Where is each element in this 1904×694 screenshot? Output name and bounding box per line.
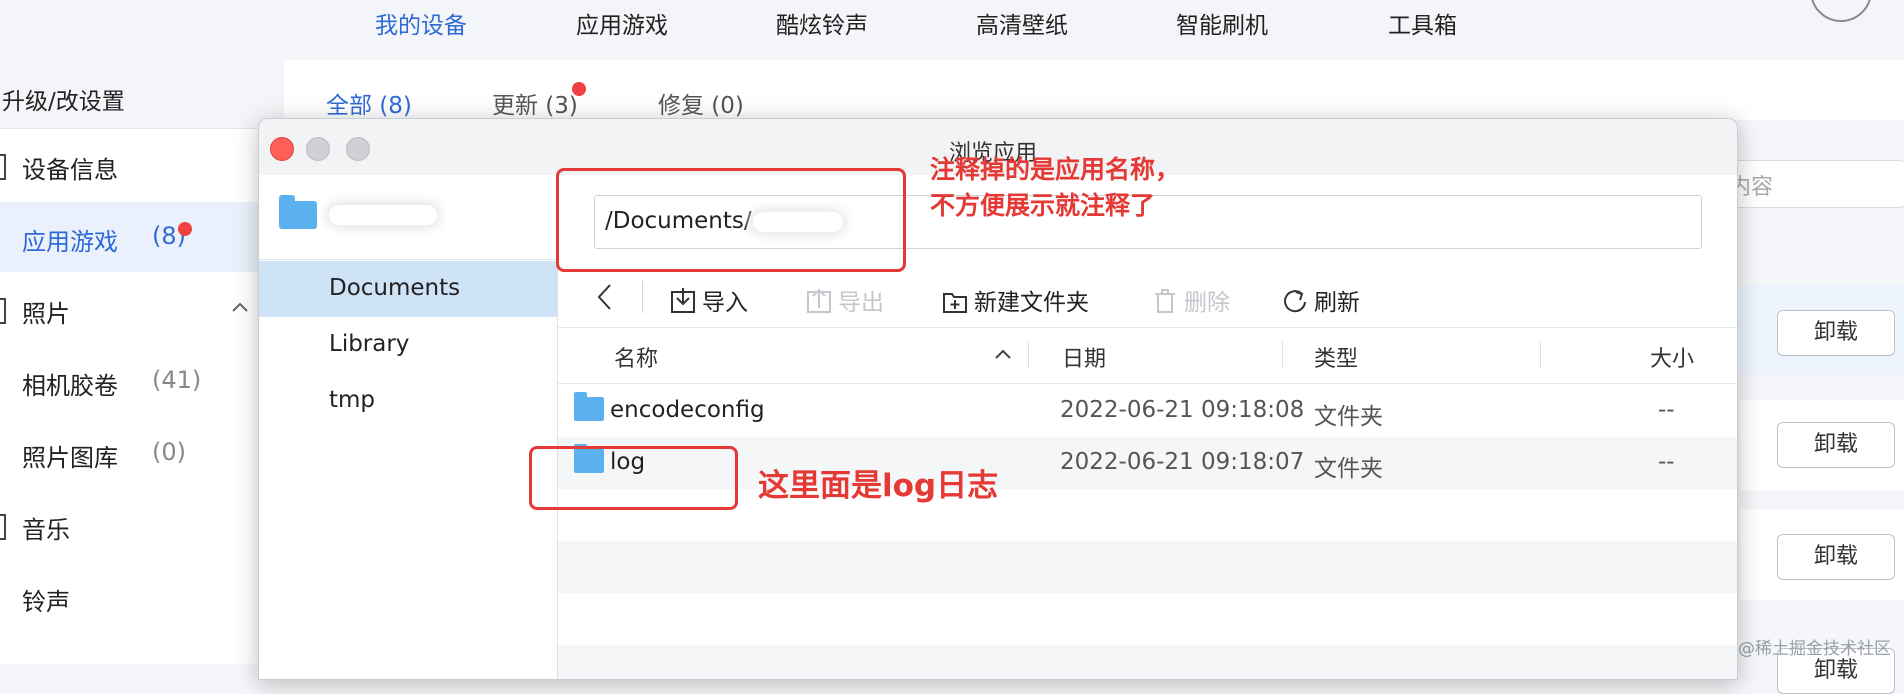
- main-tabs: 全部 (8) 更新 (3) 修复 (0): [284, 60, 1904, 120]
- nav-apps-games[interactable]: 应用游戏: [576, 6, 668, 40]
- device-icon: [0, 154, 6, 180]
- unload-button[interactable]: 卸载: [1777, 422, 1895, 468]
- tab-all[interactable]: 全部 (8): [326, 86, 412, 120]
- sidebar-item-label: 音乐: [22, 516, 70, 544]
- sidebar: 升级/改设置 设备信息 应用游戏 (8) 照片 相机胶卷 (41) 照片图库 (…: [0, 60, 285, 664]
- dialog-toolbar: 导入 导出 新建文件夹 删除 刷新: [558, 267, 1737, 328]
- file-type: 文件夹: [1314, 456, 1383, 482]
- delete-label: 删除: [1184, 290, 1230, 316]
- sidebar-item-label: 应用游戏: [22, 228, 118, 256]
- column-type[interactable]: 类型: [1314, 341, 1358, 373]
- side-item-label: tmp: [329, 387, 376, 413]
- column-divider: [1540, 341, 1541, 369]
- side-item-documents[interactable]: Documents: [259, 261, 557, 317]
- nav-toolbox[interactable]: 工具箱: [1388, 6, 1457, 40]
- unload-button[interactable]: 卸载: [1777, 534, 1895, 580]
- notification-dot: [178, 222, 192, 236]
- side-item-library[interactable]: Library: [259, 317, 557, 373]
- column-divider: [1282, 341, 1283, 369]
- back-icon[interactable]: [596, 283, 612, 311]
- annotation-box-log: [529, 446, 738, 510]
- export-button[interactable]: 导出: [806, 283, 884, 317]
- chevron-up-icon[interactable]: [232, 302, 248, 312]
- sidebar-item-label: 设备信息: [22, 156, 118, 184]
- sidebar-item-ringtones[interactable]: 铃声: [0, 562, 284, 632]
- sidebar-header-label: 升级/改设置: [2, 89, 125, 115]
- file-size: --: [1658, 449, 1675, 475]
- minimize-button[interactable]: [306, 137, 330, 161]
- column-name[interactable]: 名称: [614, 341, 658, 373]
- import-icon: [671, 288, 695, 313]
- new-folder-icon: [943, 293, 967, 313]
- side-item-label: Library: [329, 331, 410, 357]
- close-button[interactable]: [270, 137, 294, 161]
- nav-my-device[interactable]: 我的设备: [375, 6, 467, 40]
- import-label: 导入: [702, 290, 748, 316]
- music-icon: [0, 514, 6, 540]
- sidebar-item-camera-roll[interactable]: 相机胶卷 (41): [0, 346, 284, 416]
- folder-icon: [279, 195, 317, 229]
- column-divider: [1028, 341, 1029, 369]
- annotation-path-note-2: 不方便展示就注释了: [930, 191, 1156, 220]
- column-header: 名称 日期 类型 大小: [558, 327, 1737, 384]
- file-date: 2022-06-21 09:18:07: [1060, 449, 1305, 475]
- maximize-button[interactable]: [346, 137, 370, 161]
- nav-wallpapers[interactable]: 高清壁纸: [976, 6, 1068, 40]
- annotation-log-note: 这里面是log日志: [758, 468, 999, 504]
- delete-button[interactable]: 删除: [1152, 283, 1230, 317]
- sidebar-item-label: 相机胶卷: [22, 372, 118, 400]
- tab-updates[interactable]: 更新 (3): [492, 86, 578, 120]
- new-folder-label: 新建文件夹: [974, 290, 1089, 316]
- toolbar-divider: [642, 281, 643, 313]
- top-nav: 我的设备 应用游戏 酷炫铃声 高清壁纸 智能刷机 工具箱: [0, 0, 1904, 60]
- file-type: 文件夹: [1314, 404, 1383, 430]
- dialog-sidebar: Documents Library tmp: [259, 175, 558, 679]
- sidebar-item-device-info[interactable]: 设备信息: [0, 130, 284, 200]
- trash-icon: [1155, 289, 1175, 313]
- export-label: 导出: [838, 290, 884, 316]
- nav-flash[interactable]: 智能刷机: [1176, 6, 1268, 40]
- device-row[interactable]: [259, 175, 557, 260]
- new-folder-button[interactable]: 新建文件夹: [942, 283, 1089, 317]
- refresh-button[interactable]: 刷新: [1282, 283, 1360, 317]
- empty-row: [558, 541, 1737, 593]
- unload-button[interactable]: 卸载: [1777, 310, 1895, 356]
- sort-asc-icon[interactable]: [995, 349, 1011, 359]
- avatar[interactable]: [1810, 0, 1872, 22]
- nav-ringtones[interactable]: 酷炫铃声: [776, 6, 868, 40]
- sidebar-item-photos[interactable]: 照片: [0, 274, 284, 344]
- folder-icon: [574, 392, 604, 421]
- photo-icon: [0, 298, 6, 324]
- file-size: --: [1658, 397, 1675, 423]
- sidebar-item-count: (41): [152, 366, 202, 394]
- sidebar-item-label: 照片图库: [22, 444, 118, 472]
- sidebar-item-count: (0): [152, 438, 186, 466]
- empty-row: [558, 645, 1737, 679]
- sidebar-item-music[interactable]: 音乐: [0, 490, 284, 560]
- import-button[interactable]: 导入: [670, 283, 748, 317]
- sidebar-item-label: 铃声: [22, 588, 70, 616]
- tab-repair[interactable]: 修复 (0): [658, 86, 744, 120]
- search-input[interactable]: 内容: [1720, 160, 1904, 208]
- sidebar-item-photo-library[interactable]: 照片图库 (0): [0, 418, 284, 488]
- annotation-box-path: [556, 168, 906, 272]
- file-date: 2022-06-21 09:18:08: [1060, 397, 1305, 423]
- annotation-path-note-1: 注释掉的是应用名称，: [930, 155, 1181, 184]
- redacted-app-name: [329, 205, 437, 225]
- refresh-label: 刷新: [1314, 290, 1360, 316]
- notification-dot: [572, 82, 586, 96]
- refresh-icon: [1284, 290, 1306, 313]
- sidebar-item-label: 照片: [22, 300, 70, 328]
- sidebar-header[interactable]: 升级/改设置: [0, 60, 284, 129]
- watermark: @稀土掘金技术社区: [1738, 639, 1891, 659]
- export-icon: [807, 288, 831, 313]
- side-item-label: Documents: [329, 275, 461, 301]
- file-name: encodeconfig: [610, 397, 765, 423]
- column-date[interactable]: 日期: [1062, 341, 1106, 373]
- file-row[interactable]: encodeconfig 2022-06-21 09:18:08 文件夹 --: [558, 385, 1737, 437]
- sidebar-item-apps[interactable]: 应用游戏 (8): [0, 202, 284, 272]
- column-size[interactable]: 大小: [1650, 341, 1694, 373]
- side-item-tmp[interactable]: tmp: [259, 373, 557, 429]
